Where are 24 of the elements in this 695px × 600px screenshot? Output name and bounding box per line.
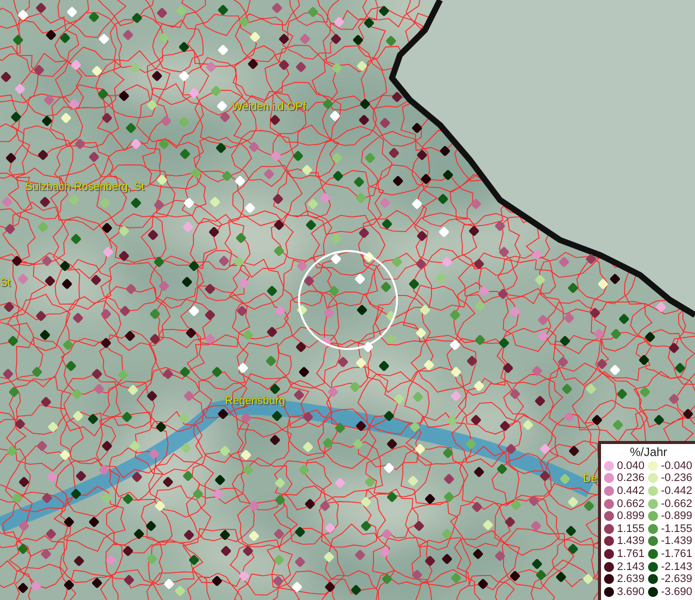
legend-value: 0.236	[617, 472, 645, 484]
legend-value: -0.899	[661, 510, 692, 522]
legend-value: 0.662	[617, 498, 645, 510]
legend-value: -2.639	[661, 573, 692, 586]
legend-value: -1.761	[661, 548, 692, 560]
legend-value: 0.040	[617, 460, 645, 472]
legend-value: -2.143	[661, 560, 692, 573]
legend-value: -1.155	[661, 522, 692, 535]
legend-value: -0.662	[661, 498, 692, 510]
legend-value: 3.690	[617, 586, 645, 598]
legend-value: 1.155	[617, 522, 645, 535]
legend-value: 1.761	[617, 548, 645, 560]
legend-value: -0.236	[661, 472, 692, 484]
legend-value: 2.639	[617, 573, 645, 586]
legend-value: -3.690	[661, 586, 692, 598]
legend-value: -0.442	[661, 484, 692, 497]
legend-value: 1.439	[617, 535, 645, 548]
place-label: St	[0, 278, 10, 289]
legend-value: -1.439	[661, 535, 692, 548]
legend-value: -0.040	[661, 460, 692, 472]
legend-title: %/Jahr	[628, 445, 668, 460]
legend-value: 0.442	[617, 484, 645, 497]
legend-value: 2.143	[617, 560, 645, 573]
legend-value: 0.899	[617, 510, 645, 522]
